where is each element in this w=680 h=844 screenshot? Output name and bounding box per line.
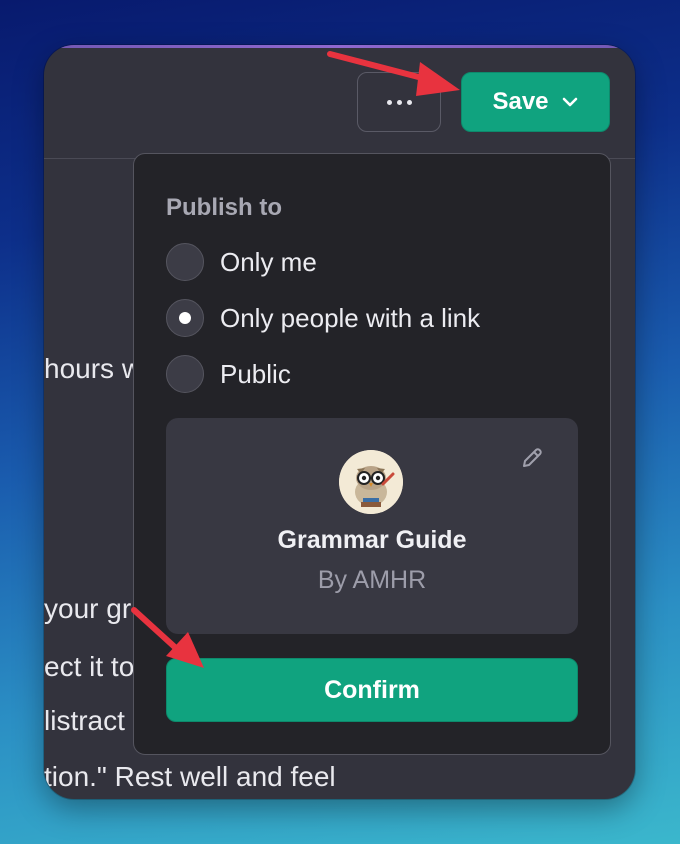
owl-avatar-icon — [339, 450, 403, 514]
editor-window: Save hours w your gr ect it to listract … — [44, 45, 635, 799]
background-text-line: tion." Rest well and feel — [44, 761, 336, 792]
radio-button[interactable] — [166, 355, 204, 393]
radio-option-public[interactable]: Public — [166, 355, 291, 393]
radio-button[interactable] — [166, 243, 204, 281]
radio-label: Only me — [220, 246, 317, 277]
gpt-name: Grammar Guide — [277, 526, 467, 554]
save-button[interactable]: Save — [461, 72, 610, 132]
background-text-line: your gr — [44, 593, 132, 624]
annotation-arrow-icon — [131, 607, 204, 668]
radio-button-selected[interactable] — [166, 299, 204, 337]
background-text-line: ect it to — [44, 651, 135, 682]
save-button-label: Save — [492, 88, 549, 115]
annotation-arrow-icon — [327, 51, 460, 96]
radio-label: Only people with a link — [220, 302, 481, 333]
radio-option-only-me[interactable]: Only me — [166, 243, 317, 281]
background-text-line: listract — [44, 705, 125, 736]
radio-option-link[interactable]: Only people with a link — [166, 299, 480, 337]
confirm-button-label: Confirm — [324, 675, 420, 704]
publish-heading: Publish to — [166, 194, 282, 221]
radio-label: Public — [220, 358, 291, 389]
confirm-button[interactable]: Confirm — [166, 658, 578, 722]
gpt-author: By AMHR — [317, 566, 427, 594]
gpt-card: Grammar Guide By AMHR — [166, 418, 578, 634]
chevron-down-icon — [562, 97, 577, 107]
background-text-line: hours w — [44, 353, 143, 384]
pencil-icon[interactable] — [518, 444, 546, 472]
